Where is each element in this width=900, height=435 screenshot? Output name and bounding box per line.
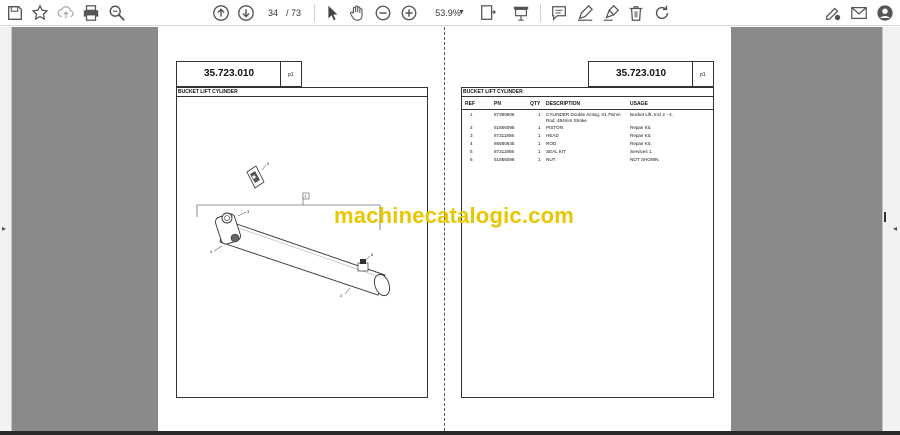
table-row-6-ref: 6 <box>470 157 473 162</box>
page-number-input[interactable]: 34 <box>258 4 288 22</box>
table-row-2-pn: 51856095 <box>494 125 515 130</box>
col-header-ref: REF <box>465 101 475 107</box>
col-header-pn: PN <box>494 101 501 107</box>
rotate-icon[interactable] <box>652 3 672 23</box>
col-header-qty: QTY <box>530 101 541 107</box>
callout-6: 6 <box>371 252 374 257</box>
scrollbar-thumb[interactable] <box>884 212 886 222</box>
table-row-6-description: NUT <box>546 157 556 162</box>
fill-sign-icon[interactable] <box>823 3 843 23</box>
table-row-3-usage: Repair Kit. <box>630 133 652 138</box>
callout-2: 2 <box>340 293 343 298</box>
table-row-6-usage: NOT SHOWN. <box>630 157 660 162</box>
draw-pen-icon[interactable] <box>575 3 595 23</box>
fit-page-icon[interactable] <box>478 3 498 23</box>
chevron-down-icon[interactable]: ▼ <box>458 4 465 22</box>
toolbar: 34 / 73 53.9% ▼ <box>0 0 900 26</box>
table-row-5-description: SEAL KIT <box>546 149 566 154</box>
page-fold-line <box>444 27 445 431</box>
table-row-4-description: ROD <box>546 141 557 146</box>
expand-left-panel-icon[interactable]: ▸ <box>2 224 6 233</box>
table-row-5-qty: 1 <box>538 149 541 154</box>
save-icon[interactable] <box>5 3 25 23</box>
cylinder-barrel-part <box>219 219 391 297</box>
table-row-1-usage: Bucket Lift, Incl 2 - 4. <box>630 112 673 117</box>
table-row-5-usage: Services 1. <box>630 149 653 154</box>
account-icon[interactable] <box>875 3 895 23</box>
left-title-rule <box>176 96 428 97</box>
table-row-3-ref: 3 <box>470 133 473 138</box>
zoom-out-icon[interactable] <box>373 3 393 23</box>
table-header-rule <box>461 109 714 110</box>
email-icon[interactable] <box>849 3 869 23</box>
table-row-3-description: HEAD <box>546 133 559 138</box>
table-row-1-pn: 87399606 <box>494 112 515 117</box>
cylinder-head-part <box>215 212 241 245</box>
presentation-icon[interactable] <box>511 3 531 23</box>
zoom-in-icon[interactable] <box>399 3 419 23</box>
right-page-ref: p1 <box>700 72 706 78</box>
left-header-divider <box>280 61 281 87</box>
toolbar-divider <box>314 4 315 22</box>
expand-right-panel-icon[interactable]: ◂ <box>893 224 897 233</box>
table-row-6-qty: 1 <box>538 157 541 162</box>
page-total-label: / 73 <box>286 8 302 18</box>
toolbar-divider <box>540 4 541 22</box>
left-section-title: BUCKET LIFT CYLINDER <box>178 89 238 95</box>
table-row-1-qty: 1 <box>538 112 541 117</box>
cylinder-exploded-drawing: 5 1 3 4 6 2 <box>196 161 391 298</box>
left-doc-number: 35.723.010 <box>203 68 255 79</box>
callout-3: 3 <box>247 209 250 214</box>
table-row-1-ref: 1 <box>470 112 473 117</box>
upload-icon[interactable] <box>56 3 76 23</box>
highlight-icon[interactable] <box>601 3 621 23</box>
taskbar-strip <box>0 431 900 435</box>
right-doc-number: 35.723.010 <box>615 68 667 79</box>
print-icon[interactable] <box>81 3 101 23</box>
table-row-1-description: CYLINDER Double Acting, 31.75mm Rod, 484… <box>546 112 621 123</box>
next-page-icon[interactable] <box>236 3 256 23</box>
search-zoom-icon[interactable] <box>107 3 127 23</box>
right-section-title: BUCKET LIFT CYLINDER <box>463 89 523 95</box>
left-page-ref: p1 <box>288 72 294 78</box>
callout-5: 5 <box>267 161 270 166</box>
callout-4: 4 <box>210 249 213 254</box>
table-row-4-ref: 4 <box>470 141 473 146</box>
right-header-divider <box>692 61 693 87</box>
table-row-6-pn: 51856098 <box>494 157 515 162</box>
table-row-5-ref: 5 <box>470 149 473 154</box>
comment-icon[interactable] <box>549 3 569 23</box>
table-row-3-qty: 1 <box>538 133 541 138</box>
table-row-2-description: PISTON <box>546 125 564 130</box>
table-row-4-pn: 86580645 <box>494 141 515 146</box>
col-header-usage: USAGE <box>630 101 648 107</box>
select-cursor-icon[interactable] <box>322 3 342 23</box>
delete-icon[interactable] <box>626 3 646 23</box>
table-row-3-pn: 87311856 <box>494 133 515 138</box>
table-row-2-qty: 1 <box>538 125 541 130</box>
right-title-rule <box>461 96 714 97</box>
table-row-5-pn: 87311856 <box>494 149 515 154</box>
table-row-2-ref: 2 <box>470 125 473 130</box>
bookmark-star-icon[interactable] <box>30 3 50 23</box>
table-row-4-usage: Repair Kit. <box>630 141 652 146</box>
hand-pan-icon[interactable] <box>347 3 367 23</box>
prev-page-icon[interactable] <box>211 3 231 23</box>
seal-kit-part <box>246 165 265 189</box>
right-panel-strip[interactable] <box>882 27 900 431</box>
table-row-4-qty: 1 <box>538 141 541 146</box>
watermark-text: machinecatalogic.com <box>334 203 574 228</box>
table-row-2-usage: Repair Kit. <box>630 125 652 130</box>
col-header-description: DESCRIPTION <box>546 101 581 107</box>
hydraulic-port-part <box>357 259 369 272</box>
